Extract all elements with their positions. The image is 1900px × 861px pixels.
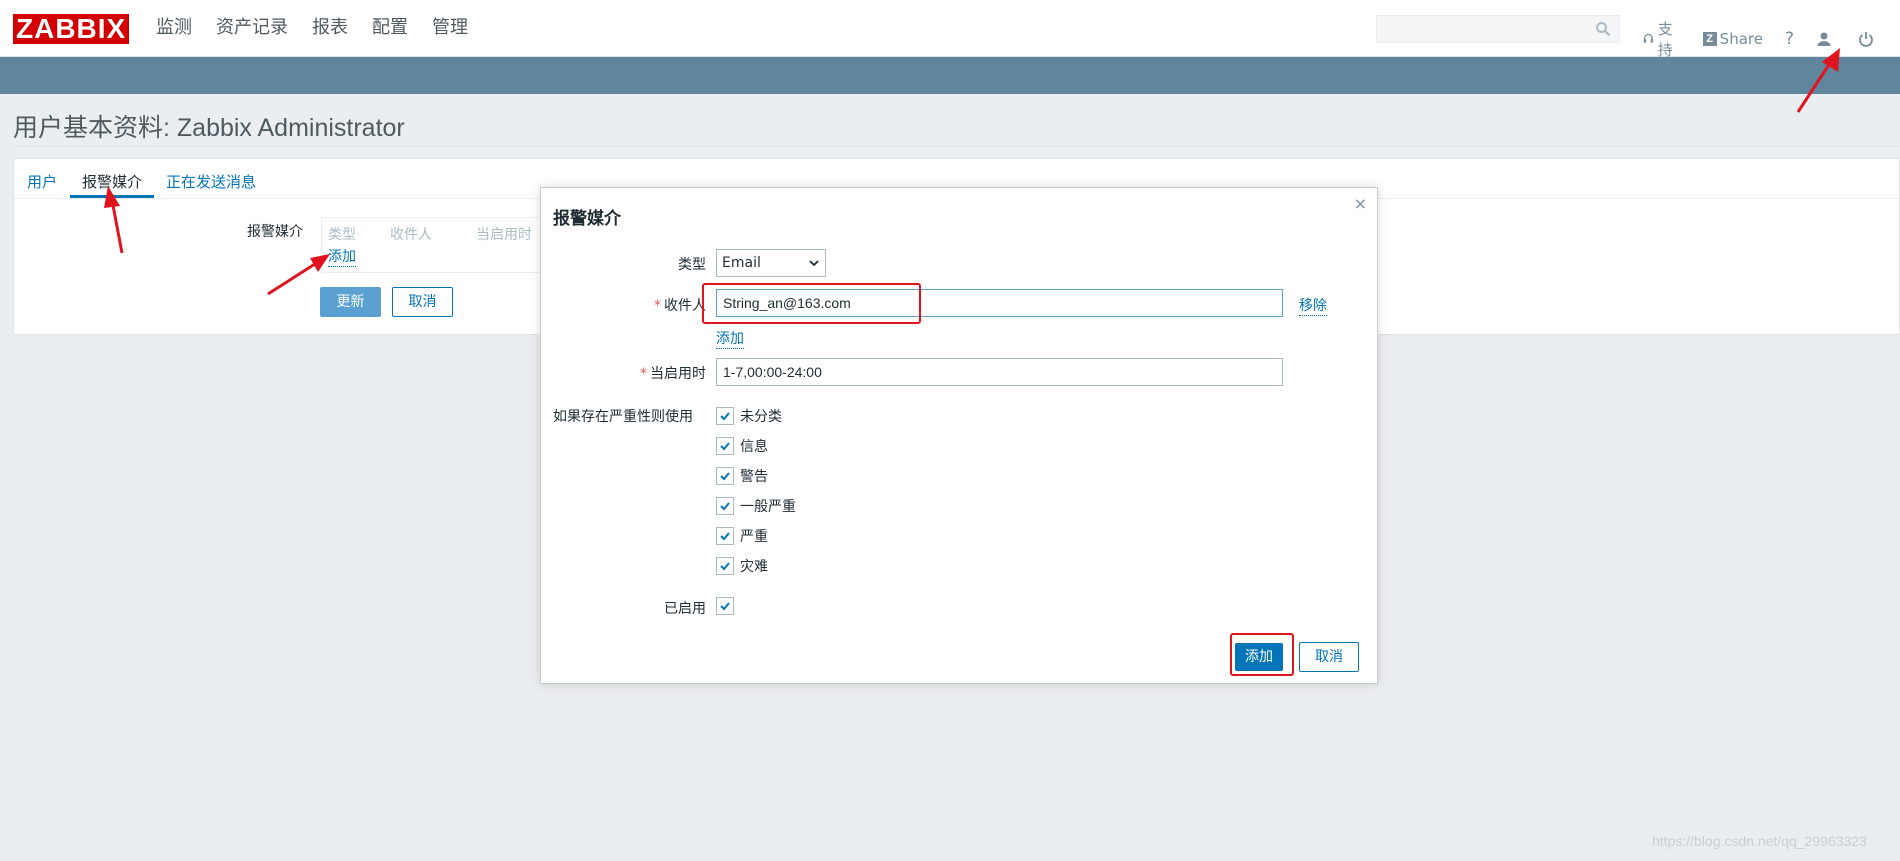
check-icon — [720, 562, 730, 571]
top-header: ZABBIX 监测 资产记录 报表 配置 管理 支持 Z Share ? — [0, 0, 1900, 60]
share-icon: Z — [1702, 32, 1717, 46]
check-icon — [720, 602, 730, 611]
media-table: 类型 收件人 当启用时 添加 — [321, 217, 562, 273]
search-input[interactable] — [1376, 15, 1620, 43]
enabled-checkbox[interactable] — [716, 597, 734, 615]
menu-reports[interactable]: 报表 — [312, 16, 348, 40]
checkbox[interactable] — [716, 527, 734, 545]
severity-label-text: 未分类 — [740, 409, 782, 425]
severity-label-text: 警告 — [740, 469, 768, 485]
checkbox[interactable] — [716, 467, 734, 485]
media-col-when: 当启用时 — [476, 227, 532, 243]
checkbox[interactable] — [716, 497, 734, 515]
chevron-down-icon — [809, 260, 819, 267]
check-icon — [720, 472, 730, 481]
type-select[interactable]: Email — [716, 249, 826, 277]
when-active-input[interactable]: 1-7,00:00-24:00 — [716, 358, 1283, 386]
checkbox[interactable] — [716, 557, 734, 575]
page-title: 用户基本资料: Zabbix Administrator — [13, 114, 405, 142]
tab-messaging[interactable]: 正在发送消息 — [166, 171, 256, 192]
severity-label-text: 信息 — [740, 439, 768, 455]
menu-monitoring[interactable]: 监测 — [156, 16, 192, 40]
media-field-label: 报警媒介 — [247, 224, 303, 240]
severity-not-classified[interactable]: 未分类 — [716, 406, 782, 426]
top-links: 支持 Z Share ? — [1643, 18, 1900, 60]
enabled-label: 已启用 — [664, 601, 706, 617]
type-label: 类型 — [678, 257, 706, 273]
enabled-toggle[interactable] — [716, 597, 740, 615]
severity-label-text: 严重 — [740, 529, 768, 545]
search-icon[interactable] — [1595, 21, 1611, 37]
severity-label-text: 灾难 — [740, 559, 768, 575]
headset-icon — [1643, 33, 1653, 43]
severity-label: 如果存在严重性则使用 — [553, 409, 693, 425]
check-icon — [720, 442, 730, 451]
power-icon — [1859, 32, 1873, 47]
menu-administration[interactable]: 管理 — [432, 16, 468, 40]
media-add-link[interactable]: 添加 — [328, 246, 356, 267]
check-icon — [720, 502, 730, 511]
when-active-label: * 当启用时 — [640, 366, 706, 382]
type-select-value: Email — [722, 255, 761, 271]
share-link[interactable]: Z Share — [1702, 30, 1763, 48]
severity-label-text: 一般严重 — [740, 499, 796, 515]
menu-inventory[interactable]: 资产记录 — [216, 16, 288, 40]
support-label: 支持 — [1657, 20, 1673, 59]
help-icon: ? — [1784, 29, 1794, 49]
dialog-cancel-button[interactable]: 取消 — [1299, 642, 1359, 672]
sendto-label: * 收件人 — [654, 298, 706, 314]
checkbox[interactable] — [716, 407, 734, 425]
user-profile-button[interactable] — [1816, 31, 1836, 47]
form-cancel-button[interactable]: 取消 — [392, 287, 453, 317]
add-button-highlight-box — [1230, 633, 1294, 676]
sendto-remove-link[interactable]: 移除 — [1299, 295, 1327, 316]
severity-disaster[interactable]: 灾难 — [716, 556, 768, 576]
share-label: Share — [1719, 30, 1763, 48]
required-marker: * — [654, 298, 661, 314]
close-icon[interactable]: × — [1354, 194, 1367, 213]
menu-configuration[interactable]: 配置 — [372, 16, 408, 40]
check-icon — [720, 412, 730, 421]
user-icon — [1817, 32, 1831, 46]
media-col-sendto: 收件人 — [390, 227, 432, 243]
sendto-add-link[interactable]: 添加 — [716, 328, 744, 349]
title-divider — [13, 146, 1900, 147]
severity-warning[interactable]: 警告 — [716, 466, 768, 486]
check-icon — [720, 532, 730, 541]
media-dialog: 报警媒介 × 类型 Email * 收件人 String_an@163.com 移… — [540, 187, 1378, 684]
severity-average[interactable]: 一般严重 — [716, 496, 796, 516]
tab-user[interactable]: 用户 — [27, 171, 57, 192]
dialog-title: 报警媒介 — [553, 209, 621, 229]
watermark: https://blog.csdn.net/qq_29963323 — [1652, 833, 1867, 849]
help-button[interactable]: ? — [1785, 29, 1794, 49]
signout-button[interactable] — [1858, 31, 1878, 47]
active-tab-indicator — [70, 195, 154, 198]
severity-high[interactable]: 严重 — [716, 526, 768, 546]
main-menu: 监测 资产记录 报表 配置 管理 — [156, 16, 492, 40]
sendto-highlight-box — [702, 283, 921, 324]
media-col-type: 类型 — [328, 227, 356, 243]
required-marker: * — [640, 366, 647, 382]
support-link[interactable]: 支持 — [1643, 18, 1681, 60]
sub-navigation-bar — [0, 57, 1900, 94]
checkbox[interactable] — [716, 437, 734, 455]
severity-information[interactable]: 信息 — [716, 436, 768, 456]
zabbix-logo[interactable]: ZABBIX — [13, 14, 130, 44]
update-button[interactable]: 更新 — [320, 287, 381, 317]
tab-media[interactable]: 报警媒介 — [82, 171, 142, 192]
